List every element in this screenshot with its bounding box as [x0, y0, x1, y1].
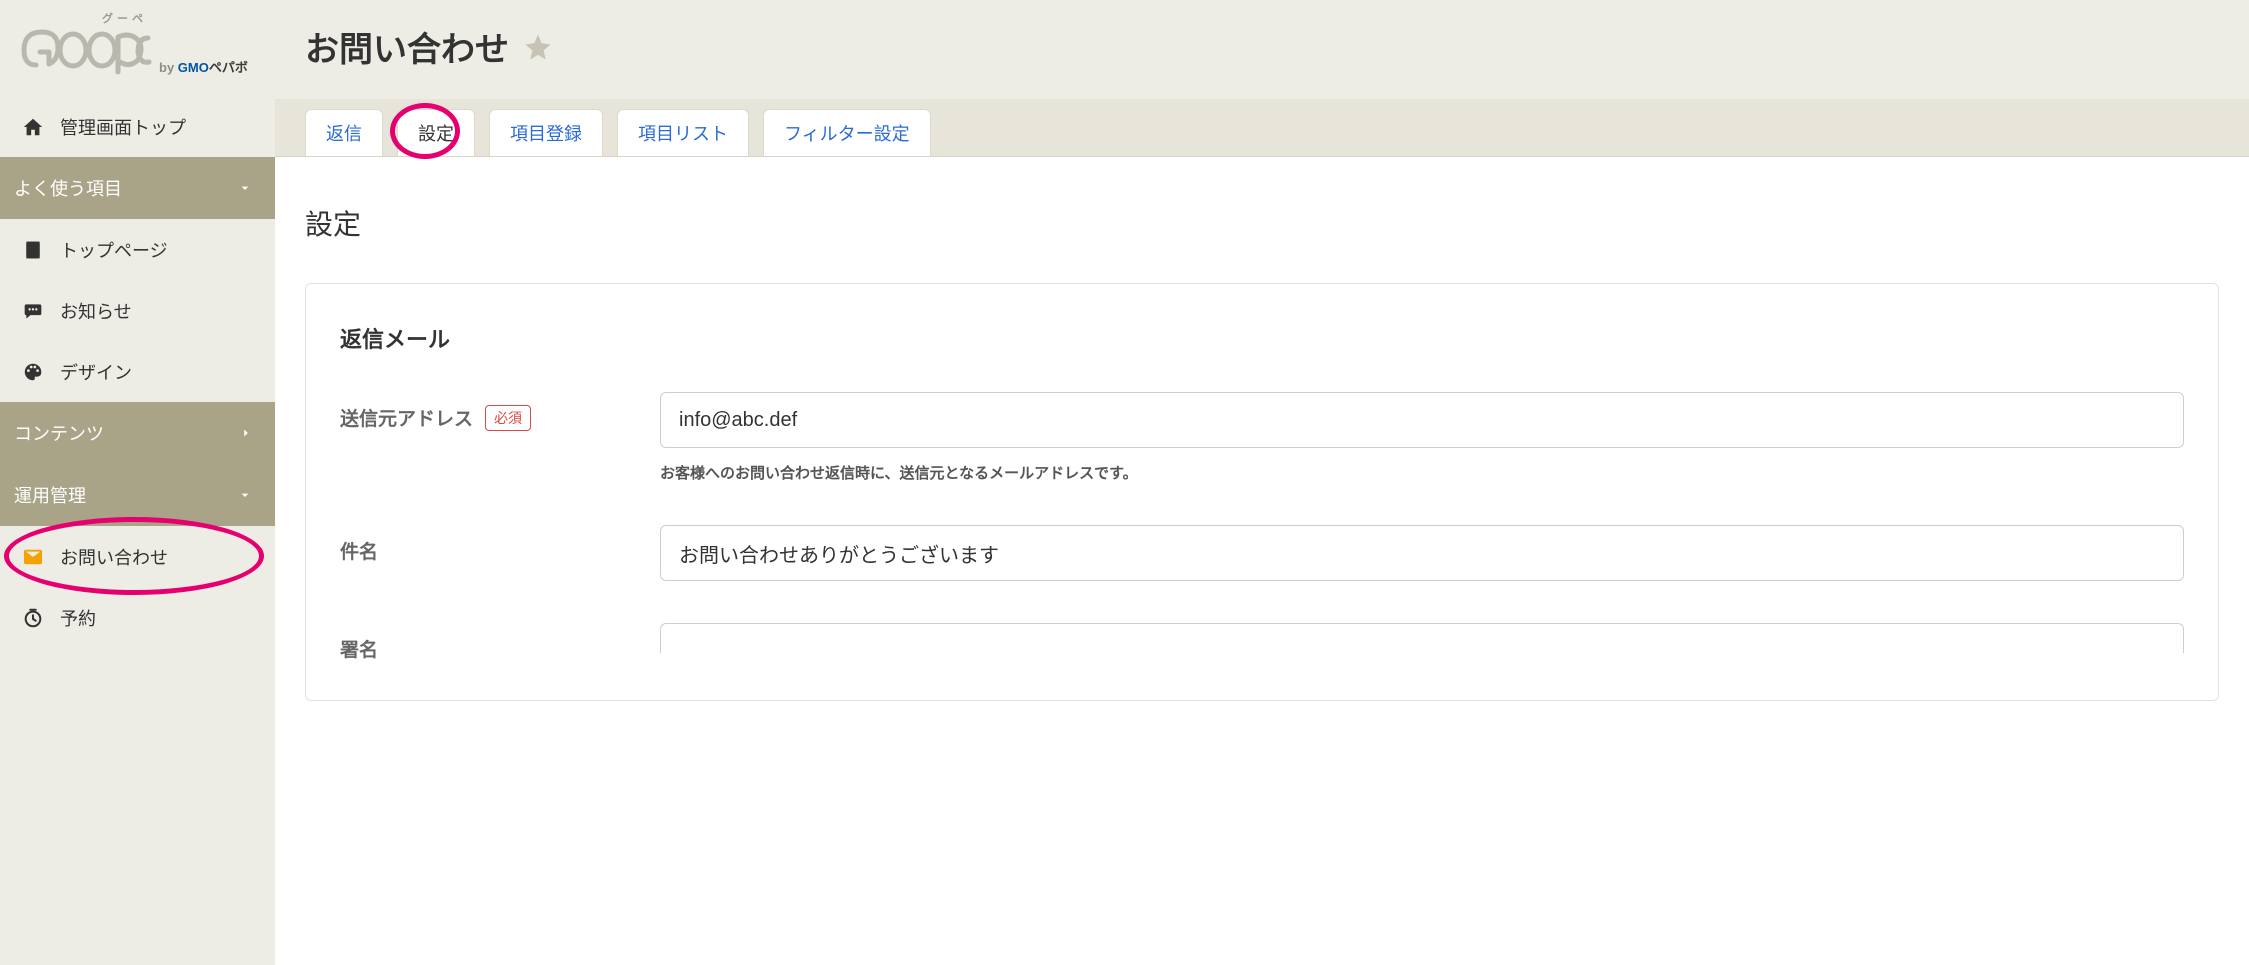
sidebar-item-label: 管理画面トップ: [60, 114, 186, 140]
field-subject: 件名: [340, 525, 2184, 581]
content-area: 設定 返信メール 送信元アドレス 必須 お客様へのお問い合わせ返信時に、送信元と…: [275, 157, 2249, 965]
page-title: お問い合わせ: [305, 22, 509, 71]
sidebar-item-design[interactable]: デザイン: [0, 341, 275, 402]
chevron-right-icon: [239, 425, 253, 441]
subject-input[interactable]: [660, 525, 2184, 581]
sidebar-section-contents[interactable]: コンテンツ: [0, 402, 275, 464]
tab-label: フィルター設定: [784, 124, 910, 144]
reply-mail-panel: 返信メール 送信元アドレス 必須 お客様へのお問い合わせ返信時に、送信元となるメ…: [305, 283, 2219, 701]
field-label: 送信元アドレス 必須: [340, 392, 620, 431]
home-icon: [22, 116, 44, 138]
label-text: 署名: [340, 635, 378, 662]
palette-icon: [22, 361, 44, 383]
sidebar-item-news[interactable]: お知らせ: [0, 280, 275, 341]
section-title: 設定: [305, 203, 2219, 243]
mail-icon: [22, 548, 44, 566]
sidebar-item-label: お問い合わせ: [60, 544, 168, 570]
tab-bar: 返信 設定 項目登録 項目リスト フィルター設定: [275, 99, 2249, 157]
required-badge: 必須: [485, 405, 531, 431]
sidebar-item-toppage[interactable]: トップページ: [0, 219, 275, 280]
tab-label: 項目登録: [510, 124, 582, 144]
logo-furigana: グーペ: [102, 10, 147, 26]
sidebar-section-ops[interactable]: 運用管理: [0, 464, 275, 526]
field-hint: お客様へのお問い合わせ返信時に、送信元となるメールアドレスです。: [660, 462, 2184, 483]
sidebar-section-label: コンテンツ: [14, 420, 104, 446]
by-gmo-pepabo: by GMOペパボ: [159, 57, 248, 78]
page-icon: [22, 240, 44, 260]
field-sender-address: 送信元アドレス 必須 お客様へのお問い合わせ返信時に、送信元となるメールアドレス…: [340, 392, 2184, 483]
main-area: お問い合わせ 返信 設定 項目登録 項目リスト フィルター設定: [275, 0, 2249, 965]
sidebar-section-label: よく使う項目: [14, 175, 122, 201]
sidebar-item-label: お知らせ: [60, 298, 132, 324]
field-label: 件名: [340, 525, 620, 564]
tab-filter-settings[interactable]: フィルター設定: [763, 109, 931, 156]
favorite-star-icon[interactable]: [523, 32, 553, 62]
clock-icon: [22, 607, 44, 629]
field-signature: 署名: [340, 623, 2184, 662]
chat-icon: [22, 301, 44, 321]
tab-label: 返信: [326, 124, 362, 144]
sidebar-section-label: 運用管理: [14, 482, 86, 508]
sidebar: グーペ by GMOペパボ: [0, 0, 275, 965]
sidebar-item-label: デザイン: [60, 359, 132, 385]
panel-title: 返信メール: [340, 322, 2184, 354]
chevron-down-icon: [237, 180, 253, 196]
sidebar-item-reserve[interactable]: 予約: [0, 587, 275, 648]
label-text: 送信元アドレス: [340, 404, 473, 431]
label-text: 件名: [340, 537, 378, 564]
tab-label: 項目リスト: [638, 124, 728, 144]
tab-item-list[interactable]: 項目リスト: [617, 109, 749, 156]
sidebar-section-frequent[interactable]: よく使う項目: [0, 157, 275, 219]
page-header: お問い合わせ: [275, 0, 2249, 99]
tab-label: 設定: [418, 124, 454, 144]
sidebar-item-label: トップページ: [60, 237, 168, 263]
sender-address-input[interactable]: [660, 392, 2184, 448]
goope-logo[interactable]: グーペ: [18, 10, 153, 78]
field-label: 署名: [340, 623, 620, 662]
tab-register-item[interactable]: 項目登録: [489, 109, 603, 156]
sidebar-item-inquiry[interactable]: お問い合わせ: [0, 526, 275, 587]
chevron-down-icon: [237, 487, 253, 503]
signature-textarea[interactable]: [660, 623, 2184, 653]
logo-area: グーペ by GMOペパボ: [0, 0, 275, 96]
tab-reply[interactable]: 返信: [305, 109, 383, 156]
tab-settings[interactable]: 設定: [397, 109, 475, 156]
sidebar-item-label: 予約: [60, 605, 96, 631]
sidebar-item-admin-top[interactable]: 管理画面トップ: [0, 96, 275, 157]
